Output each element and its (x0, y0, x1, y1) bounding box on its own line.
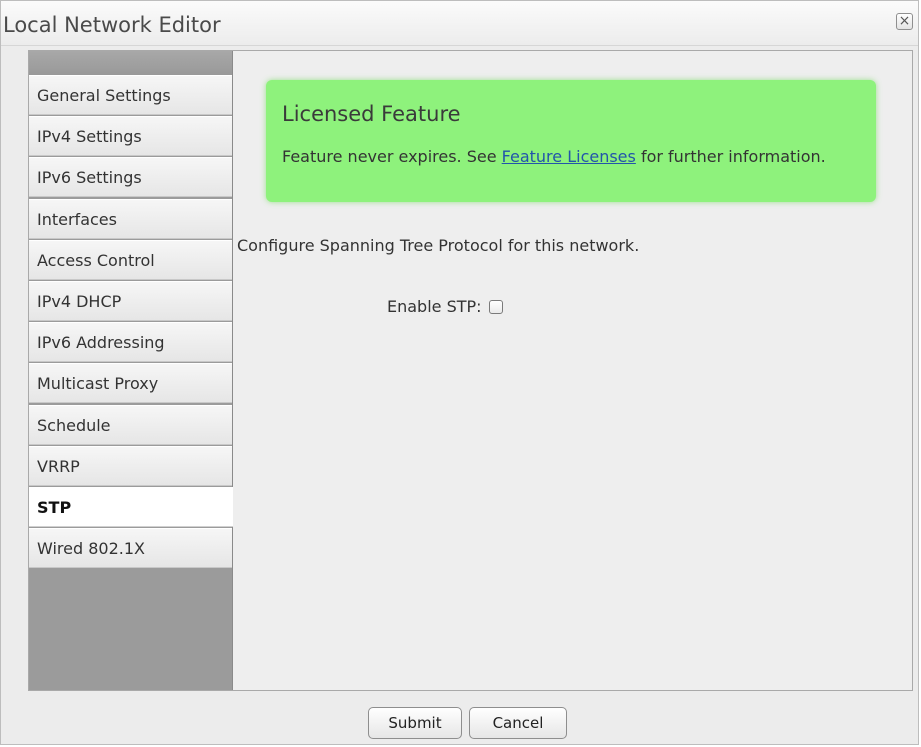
dialog-titlebar: Local Network Editor × (1, 1, 918, 46)
sidebar-item-interfaces[interactable]: Interfaces (29, 198, 232, 239)
licensed-feature-title: Licensed Feature (282, 102, 461, 126)
sidebar-item-ipv4-dhcp[interactable]: IPv4 DHCP (29, 280, 232, 321)
stp-description: Configure Spanning Tree Protocol for thi… (237, 236, 640, 255)
sidebar-item-label: IPv6 Settings (37, 168, 142, 188)
feature-licenses-link[interactable]: Feature Licenses (502, 147, 636, 166)
dialog-footer: Submit Cancel (1, 695, 918, 745)
sidebar-item-label: IPv4 Settings (37, 127, 142, 147)
sidebar-item-ipv6-settings[interactable]: IPv6 Settings (29, 157, 232, 198)
sidebar-item-label: General Settings (37, 86, 171, 105)
licensed-feature-text: Feature never expires. See Feature Licen… (282, 146, 842, 168)
sidebar-item-label: IPv4 DHCP (37, 291, 122, 311)
sidebar-item-ipv6-addressing[interactable]: IPv6 Addressing (29, 322, 232, 363)
dialog-body: General Settings IPv4 Settings IPv6 Sett… (28, 50, 913, 691)
sidebar-header (29, 51, 232, 75)
cancel-button[interactable]: Cancel (469, 707, 567, 739)
sidebar-item-label: Multicast Proxy (37, 374, 159, 394)
enable-stp-checkbox[interactable] (488, 299, 503, 314)
enable-stp-label: Enable STP: (387, 297, 482, 316)
close-icon[interactable]: × (896, 13, 913, 30)
submit-button[interactable]: Submit (368, 707, 462, 739)
sidebar-item-label: Schedule (37, 415, 111, 435)
sidebar-item-label: STP (37, 497, 72, 517)
sidebar-item-label: VRRP (37, 456, 80, 476)
sidebar-item-label: IPv6 Addressing (37, 333, 165, 353)
sidebar-item-wired-802-1x[interactable]: Wired 802.1X (29, 528, 232, 569)
license-text-after: for further information. (635, 147, 826, 166)
sidebar-item-label: Wired 802.1X (37, 539, 145, 559)
sidebar-item-schedule[interactable]: Schedule (29, 404, 232, 445)
sidebar-item-vrrp[interactable]: VRRP (29, 445, 232, 486)
sidebar-item-ipv4-settings[interactable]: IPv4 Settings (29, 116, 232, 157)
sidebar-item-stp[interactable]: STP (29, 486, 234, 527)
stp-panel: Licensed Feature Feature never expires. … (233, 51, 912, 690)
enable-stp-row: Enable STP: (387, 296, 503, 318)
sidebar-item-label: Access Control (37, 250, 155, 270)
dialog-title: Local Network Editor (3, 13, 221, 37)
sidebar-item-label: Interfaces (37, 209, 117, 229)
sidebar-item-access-control[interactable]: Access Control (29, 239, 232, 280)
sidebar: General Settings IPv4 Settings IPv6 Sett… (29, 51, 234, 690)
licensed-feature-banner: Licensed Feature Feature never expires. … (266, 80, 876, 202)
local-network-editor-dialog: Local Network Editor × General Settings … (0, 0, 919, 745)
sidebar-item-multicast-proxy[interactable]: Multicast Proxy (29, 363, 232, 404)
sidebar-item-general-settings[interactable]: General Settings (29, 75, 232, 115)
license-text-before: Feature never expires. See (282, 147, 502, 166)
